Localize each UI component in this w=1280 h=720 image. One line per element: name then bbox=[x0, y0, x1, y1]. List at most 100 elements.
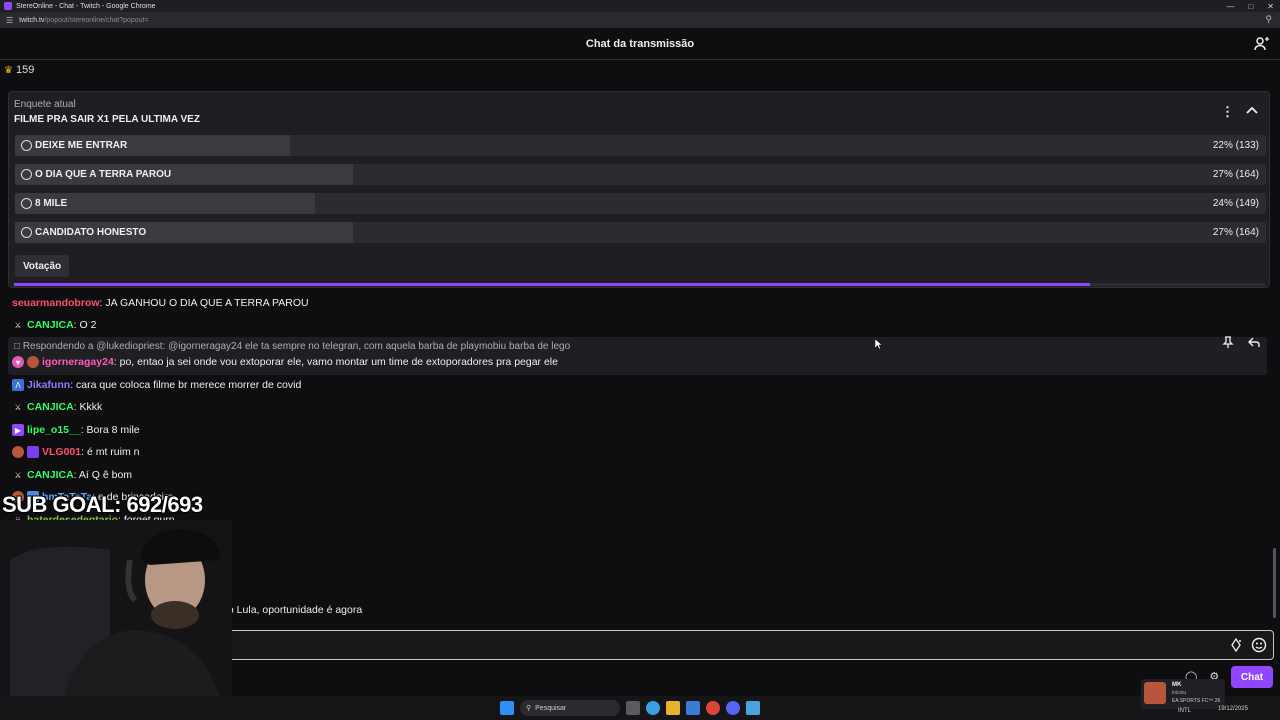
poll-option-label: 8 MILE bbox=[35, 198, 68, 209]
window-titlebar: StereOnline - Chat - Twitch - Google Chr… bbox=[0, 0, 1280, 12]
poll-question: FILME PRA SAIR X1 PELA ULTIMA VEZ bbox=[14, 114, 200, 125]
vote-button[interactable]: Votação bbox=[15, 255, 70, 277]
url-path: /popout/stereonline/chat?popout= bbox=[44, 16, 149, 24]
reply-reference-text: Respondendo a @lukediopriest: @igornerag… bbox=[22, 341, 571, 352]
reply-reference: □ Respondendo a @lukediopriest: @igorner… bbox=[14, 341, 570, 352]
taskbar-search-label: Pesquisar bbox=[535, 704, 567, 712]
hype-counter[interactable]: ♛ 159 bbox=[4, 64, 34, 76]
poll-option-result: 27% (164) bbox=[1212, 227, 1259, 238]
chat-username[interactable]: VLG001 bbox=[42, 446, 81, 458]
chat-username[interactable]: lipe_o15__ bbox=[27, 424, 81, 436]
radio-icon[interactable] bbox=[21, 169, 32, 180]
tray-date[interactable]: 19/12/2025 bbox=[1218, 706, 1248, 712]
twitch-favicon-icon bbox=[4, 2, 12, 10]
users-icon[interactable] bbox=[1254, 36, 1270, 52]
mouse-cursor-icon bbox=[875, 339, 883, 349]
chat-message[interactable]: seuarmandobrow : JA GANHOU O DIA QUE A T… bbox=[12, 297, 309, 309]
hype-count: 159 bbox=[15, 64, 35, 76]
chat-text: : Aí Q ê bom bbox=[73, 469, 133, 481]
chat-message[interactable]: ⚔ CANJICA : O 2 bbox=[12, 319, 96, 331]
poll-option[interactable]: 8 MILE 24% (149) bbox=[15, 193, 1266, 214]
minimize-icon[interactable]: — bbox=[1226, 2, 1234, 11]
chevron-up-icon[interactable] bbox=[1245, 104, 1259, 118]
sword-badge-icon: ⚔ bbox=[14, 470, 22, 480]
zoom-icon[interactable]: ⚲ bbox=[1265, 14, 1272, 25]
pin-icon[interactable] bbox=[1221, 335, 1235, 349]
chat-message[interactable]: Λ Jikafunn : cara que coloca filme br me… bbox=[12, 379, 301, 391]
streamer-silhouette bbox=[0, 520, 232, 720]
poll-option-result: 24% (149) bbox=[1212, 198, 1259, 209]
notification-avatar bbox=[1144, 682, 1166, 704]
maximize-icon[interactable]: □ bbox=[1248, 2, 1253, 11]
streamer-webcam bbox=[0, 520, 232, 720]
chat-message[interactable]: VLG001 : é mt ruim n bbox=[12, 446, 139, 458]
notification-subtitle: iniciou bbox=[1172, 690, 1187, 696]
chat-text: : po, entao ja sei onde vou extoporar el… bbox=[113, 356, 558, 368]
emote-icon[interactable] bbox=[1251, 637, 1267, 653]
chat-title: Chat da transmissão bbox=[585, 37, 695, 50]
more-icon[interactable]: ⋮ bbox=[1221, 105, 1234, 119]
chat-text: : é mt ruim n bbox=[81, 446, 140, 458]
reply-icon: □ bbox=[14, 341, 23, 352]
poll-option-label: CANDIDATO HONESTO bbox=[35, 227, 147, 238]
url-text[interactable]: twitch.tv/popout/stereonline/chat?popout… bbox=[19, 17, 148, 24]
window-controls: — □ ✕ bbox=[1226, 0, 1274, 12]
os-taskbar: ⚲ Pesquisar bbox=[0, 696, 1280, 720]
chat-username[interactable]: seuarmandobrow bbox=[12, 297, 100, 309]
notepad-icon[interactable] bbox=[746, 701, 760, 715]
poll-label: Enquete atual bbox=[14, 99, 76, 110]
heart-badge-icon: ♥ bbox=[12, 356, 24, 368]
notification-card[interactable]: MK iniciou EA SPORTS FC™ 26 bbox=[1141, 679, 1225, 709]
chat-scrollbar[interactable] bbox=[1273, 548, 1276, 618]
chat-username[interactable]: CANJICA bbox=[27, 469, 74, 481]
chat-username[interactable]: igorneragay24 bbox=[42, 356, 114, 368]
poll-option-label: DEIXE ME ENTRAR bbox=[35, 140, 128, 151]
windows-start-icon[interactable] bbox=[500, 701, 514, 715]
site-info-icon[interactable]: ☰ bbox=[6, 16, 13, 25]
radio-icon[interactable] bbox=[21, 198, 32, 209]
search-icon: ⚲ bbox=[526, 705, 532, 712]
chat-send-button[interactable]: Chat bbox=[1231, 666, 1273, 688]
file-explorer-icon[interactable] bbox=[666, 701, 680, 715]
reply-message[interactable]: □ Respondendo a @lukediopriest: @igorner… bbox=[8, 335, 1267, 375]
radio-icon[interactable] bbox=[21, 227, 32, 238]
crown-icon: ♛ bbox=[4, 64, 13, 76]
close-icon[interactable]: ✕ bbox=[1267, 2, 1274, 11]
chat-username[interactable]: Jikafunn bbox=[27, 379, 70, 391]
keyboard-language[interactable]: INTL bbox=[1178, 708, 1191, 714]
address-bar[interactable]: ☰ twitch.tv/popout/stereonline/chat?popo… bbox=[0, 12, 1280, 28]
sub-badge-icon bbox=[27, 446, 39, 458]
chat-message[interactable]: ⚔ CANJICA : Aí Q ê bom bbox=[12, 469, 132, 481]
poll-option-result: 22% (133) bbox=[1212, 140, 1259, 151]
chat-text: : O 2 bbox=[73, 319, 97, 331]
chat-text: : JA GANHOU O DIA QUE A TERRA PAROU bbox=[99, 297, 309, 309]
copilot-icon[interactable] bbox=[646, 701, 660, 715]
discord-icon[interactable] bbox=[726, 701, 740, 715]
reply-body: ♥ igorneragay24 : po, entao ja sei onde … bbox=[12, 356, 558, 368]
sword-badge-icon: ⚔ bbox=[14, 320, 22, 330]
poll-option-result: 27% (164) bbox=[1212, 169, 1259, 180]
chat-username[interactable]: CANJICA bbox=[27, 319, 74, 331]
taskbar-apps: ⚲ Pesquisar bbox=[500, 700, 760, 716]
chat-input[interactable] bbox=[232, 630, 1274, 660]
task-view-icon[interactable] bbox=[626, 701, 640, 715]
chat-username[interactable]: CANJICA bbox=[27, 401, 74, 413]
poll-option-label: O DIA QUE A TERRA PAROU bbox=[35, 169, 172, 180]
verified-badge-icon: Λ bbox=[12, 379, 24, 391]
bits-icon[interactable] bbox=[1229, 638, 1243, 652]
sword-badge-icon: ⚔ bbox=[14, 402, 22, 412]
taskbar-search[interactable]: ⚲ Pesquisar bbox=[520, 700, 620, 716]
chat-message[interactable]: ⚔ CANJICA : Kkkk bbox=[12, 401, 102, 413]
chat-message[interactable]: ▶ lipe_o15__ : Bora 8 mile bbox=[12, 424, 140, 436]
poll-option[interactable]: DEIXE ME ENTRAR 22% (133) bbox=[15, 135, 1266, 156]
chat-header: Chat da transmissão bbox=[0, 28, 1280, 60]
store-icon[interactable] bbox=[686, 701, 700, 715]
window-title: StereOnline - Chat - Twitch - Google Chr… bbox=[16, 2, 156, 10]
poll-option[interactable]: O DIA QUE A TERRA PAROU 27% (164) bbox=[15, 164, 1266, 185]
chrome-icon[interactable] bbox=[706, 701, 720, 715]
poll-option[interactable]: CANDIDATO HONESTO 27% (164) bbox=[15, 222, 1266, 243]
chat-text: : cara que coloca filme br merece morrer… bbox=[70, 379, 302, 391]
notification-game: EA SPORTS FC™ 26 bbox=[1172, 698, 1221, 704]
reply-icon[interactable] bbox=[1247, 335, 1261, 349]
radio-icon[interactable] bbox=[21, 140, 32, 151]
